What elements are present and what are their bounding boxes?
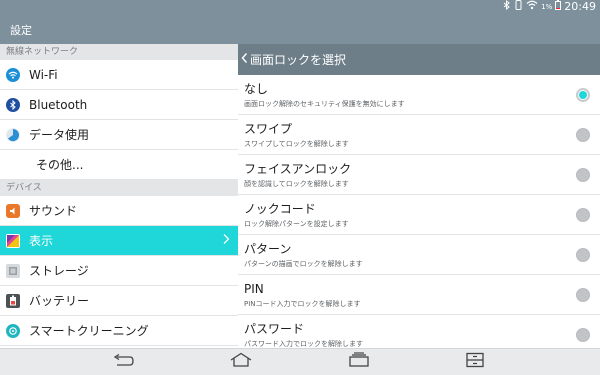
radio-unselected-icon[interactable] [576,328,590,342]
sidebar-item-display[interactable]: 表示 [0,226,238,256]
option-subtitle: 画面ロック解除のセキュリティ保護を無効にします [244,100,405,108]
lock-option-password[interactable]: パスワード パスワード入力でロックを解除します [238,315,600,348]
sidebar-item-label: データ使用 [29,128,90,142]
lock-option-none[interactable]: なし 画面ロック解除のセキュリティ保護を無効にします [238,75,600,115]
option-subtitle: PINコード入力でロックを解除します [244,300,361,308]
bluetooth-icon [6,97,20,112]
sidebar-item-label: サウンド [29,204,78,218]
wifi-status-icon [526,0,538,15]
option-title: パターン [244,242,292,256]
option-title: なし [244,82,269,96]
data-usage-icon [6,127,20,142]
option-title: パスワード [244,322,305,336]
display-icon [6,233,20,248]
home-button[interactable] [228,352,254,372]
battery-status-icon [555,0,562,15]
option-subtitle: 顔を認識してロックを解除します [244,180,349,188]
home-icon [229,352,253,372]
section-header-wireless: 無線ネットワーク [0,44,238,60]
status-icons: 1% 20:49 [502,0,596,14]
sidebar-item-storage[interactable]: ストレージ [0,256,238,286]
option-title: ノックコード [244,202,316,216]
sidebar-item-bluetooth[interactable]: Bluetooth [0,90,238,120]
status-clock: 20:49 [564,0,596,13]
back-button[interactable] [110,353,136,371]
status-bar: 1% 20:49 [0,0,600,14]
sidebar-item-label: Bluetooth [29,97,88,112]
bluetooth-status-icon [502,0,511,15]
navigation-bar [0,348,600,375]
battery-percent: 1% [541,3,553,11]
sidebar-item-battery[interactable]: バッテリー [0,286,238,316]
lock-option-knock-code[interactable]: ノックコード ロック解除パターンを設定します [238,195,600,235]
option-subtitle: パスワード入力でロックを解除します [244,340,363,348]
panel-title: 画面ロックを選択 [250,53,347,67]
recent-apps-button[interactable] [346,352,372,372]
wifi-icon [6,67,20,82]
dual-window-button[interactable] [462,352,488,372]
section-header-device: デバイス [0,180,238,196]
app-bar: 設定 [0,14,600,44]
option-title: PIN [244,282,264,296]
lock-option-face-unlock[interactable]: フェイスアンロック 顔を認識してロックを解除します [238,155,600,195]
option-subtitle: パターンの描画でロックを解除します [244,260,363,268]
radio-unselected-icon[interactable] [576,128,590,142]
option-subtitle: スワイプしてロックを解除します [244,140,349,148]
sound-icon [6,203,20,218]
option-title: フェイスアンロック [244,162,352,176]
chevron-right-icon [222,233,230,249]
battery-icon [6,293,20,308]
recent-apps-icon [347,352,371,372]
radio-unselected-icon[interactable] [576,288,590,302]
radio-unselected-icon[interactable] [576,248,590,262]
sidebar-item-data-usage[interactable]: データ使用 [0,120,238,150]
option-title: スワイプ [244,122,293,136]
sidebar-item-label: ストレージ [29,264,89,278]
app-title: 設定 [10,24,32,37]
sidebar-item-label: その他... [36,158,84,172]
settings-sidebar: 無線ネットワーク Wi-Fi Bluetooth データ使用 その他... デバ… [0,44,238,348]
lock-option-pin[interactable]: PIN PINコード入力でロックを解除します [238,275,600,315]
lock-option-swipe[interactable]: スワイプ スワイプしてロックを解除します [238,115,600,155]
sidebar-item-label: 表示 [29,234,54,248]
sidebar-item-label: スマートクリーニング [29,324,149,338]
radio-unselected-icon[interactable] [576,168,590,182]
storage-icon [6,263,20,278]
smart-cleaning-icon [6,323,20,338]
back-arrow-icon [111,353,135,372]
radio-selected-icon[interactable] [576,88,590,102]
lock-option-pattern[interactable]: パターン パターンの描画でロックを解除します [238,235,600,275]
panel-header: 画面ロックを選択 [238,44,600,75]
dual-window-icon [463,352,487,372]
sidebar-item-smart-cleaning[interactable]: スマートクリーニング [0,316,238,346]
vibrate-icon [514,0,523,15]
sidebar-item-sound[interactable]: サウンド [0,196,238,226]
sidebar-item-label: Wi-Fi [29,67,58,82]
screen-lock-panel: 画面ロックを選択 なし 画面ロック解除のセキュリティ保護を無効にします スワイプ… [238,44,600,348]
back-chevron-icon[interactable] [241,52,248,67]
radio-unselected-icon[interactable] [576,208,590,222]
sidebar-item-more[interactable]: その他... [0,150,238,180]
option-subtitle: ロック解除パターンを設定します [244,220,349,228]
sidebar-item-label: バッテリー [29,294,90,308]
sidebar-item-wifi[interactable]: Wi-Fi [0,60,238,90]
